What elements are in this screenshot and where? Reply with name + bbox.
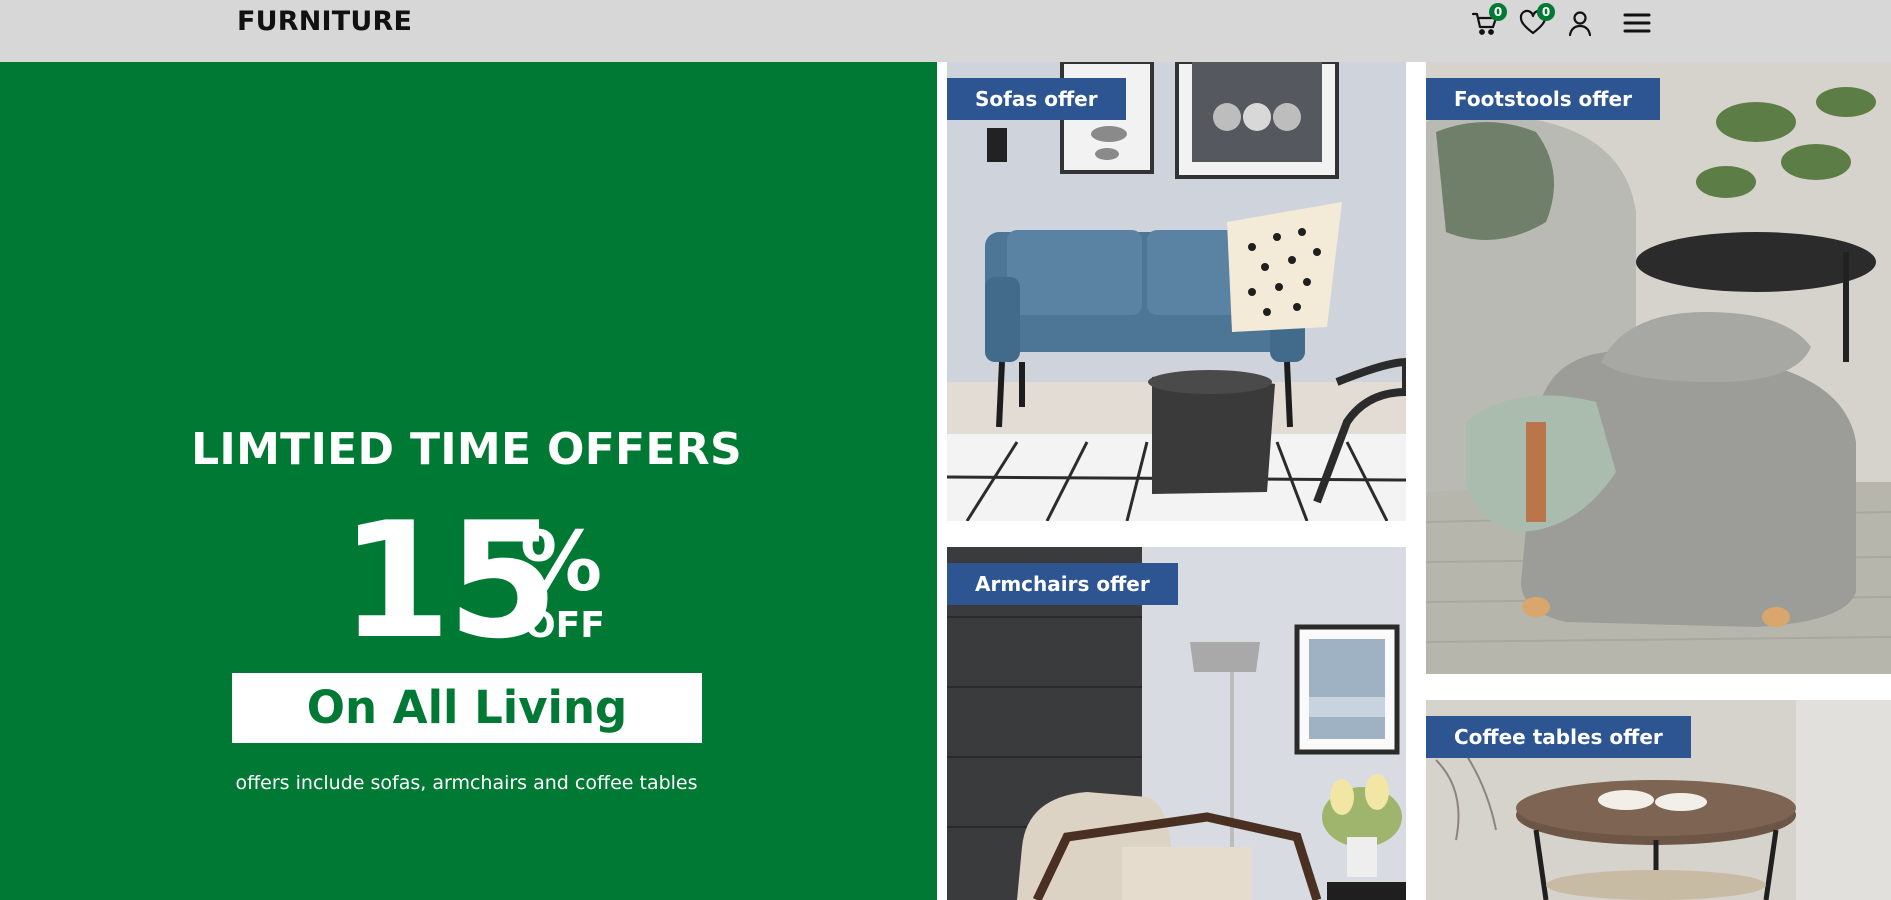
hero-banner: LIMTIED TIME OFFERS 15 % OFF On All Livi… [0,62,937,900]
menu-icon [1623,13,1651,33]
sofas-offer-label[interactable]: Sofas offer [947,78,1126,120]
brand-logo[interactable]: FURNITURE [237,6,412,37]
user-icon [1568,11,1592,37]
footstools-offer-label[interactable]: Footstools offer [1426,78,1660,120]
discount-off: OFF [525,605,605,646]
site-header: FURNITURE 0 0 [0,0,1891,62]
cart-button[interactable]: 0 [1470,3,1507,38]
footstools-image [1426,62,1891,674]
armchairs-offer-label[interactable]: Armchairs offer [947,563,1178,605]
hero-note: offers include sofas, armchairs and coff… [235,772,698,794]
hero-title: LIMTIED TIME OFFERS [191,424,742,475]
coffee-tables-offer-tile[interactable]: Coffee tables offer [1426,700,1891,900]
sofas-image [947,62,1406,521]
wishlist-button[interactable]: 0 [1518,3,1555,38]
armchairs-offer-tile[interactable]: Armchairs offer [947,547,1406,900]
menu-button[interactable] [1622,8,1652,38]
account-button[interactable] [1565,8,1595,38]
living-rooms-highlight[interactable]: On All Living Rooms [232,673,702,804]
coffee-tables-offer-label[interactable]: Coffee tables offer [1426,716,1691,758]
sofas-offer-tile[interactable]: Sofas offer [947,62,1406,521]
discount-percent: % [520,515,603,610]
cart-count-badge: 0 [1489,3,1507,21]
footstools-offer-tile[interactable]: Footstools offer [1426,62,1891,674]
wishlist-count-badge: 0 [1537,3,1555,21]
